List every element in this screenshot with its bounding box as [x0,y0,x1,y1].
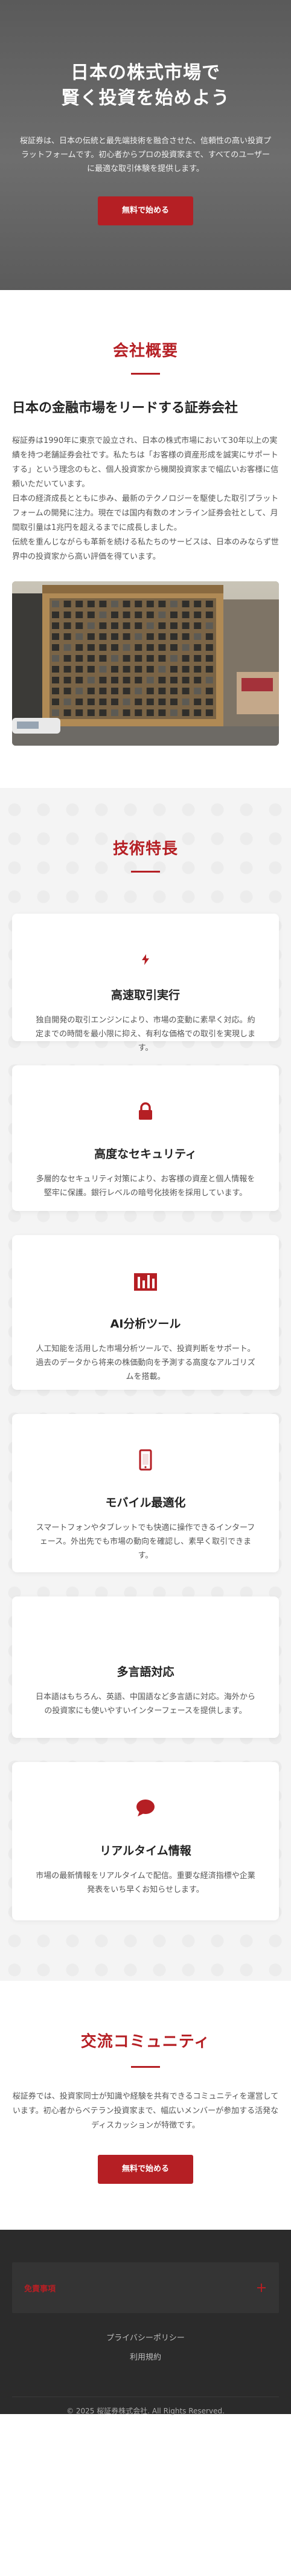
privacy-policy-link[interactable]: プライバシーポリシー [12,2329,279,2348]
feature-text: 市場の最新情報をリアルタイムで配信。重要な経済指標や企業発表をいち早くお知らせし… [36,1871,255,1894]
feature-card: リアルタイム情報 市場の最新情報をリアルタイムで配信。重要な経済指標や企業発表を… [12,1762,279,1920]
terms-link[interactable]: 利用規約 [12,2348,279,2368]
feature-title: 高度なセキュリティ [94,1148,197,1161]
feature-title: リアルタイム情報 [100,1844,191,1858]
section-divider [131,373,160,375]
company-building-photo [12,581,279,746]
feature-text: スマートフォンやタブレットでも快適に操作できるインターフェース。外出先でも市場の… [36,1523,255,1560]
chart-bars-icon [133,1269,158,1293]
features-section-title: 技術特長 [112,840,178,858]
lightning-icon [133,947,158,972]
about-section-title: 会社概要 [112,342,178,360]
feature-cards: 高速取引実行 独自開発の取引エンジンにより、市場の変動に素早く対応。約定までの時… [12,914,279,1920]
hero-title-line2: 賢く投資を始めよう [61,88,230,109]
hero-section: 日本の株式市場で 賢く投資を始めよう 桜証券は、日本の伝統と最先端技術を融合させ… [0,0,291,290]
feature-text: 独自開発の取引エンジンにより、市場の変動に素早く対応。約定までの時間を最小限に抑… [35,1016,255,1053]
disclaimer-label: 免責事項 [24,2284,56,2294]
feature-card: 高度なセキュリティ 多層的なセキュリティ対策により、お客様の資産と個人情報を堅牢… [12,1065,279,1211]
about-paragraph: 伝統を重んじながらも革新を続ける私たちのサービスは、日本のみならず世界中の投資家… [12,538,279,561]
feature-card: AI分析ツール 人工知能を活用した市場分析ツールで、投資判断をサポート。過去のデ… [12,1235,279,1390]
section-divider [131,2066,160,2068]
feature-text: 人工知能を活用した市場分析ツールで、投資判断をサポート。過去のデータから将来の株… [36,1344,255,1381]
feature-card: モバイル最適化 スマートフォンやタブレットでも快適に操作できるインターフェース。… [12,1414,279,1572]
hero-title: 日本の株式市場で 賢く投資を始めよう [17,60,274,111]
feature-title: 多言語対応 [117,1665,174,1679]
community-start-button[interactable]: 無料で始める [98,2155,193,2184]
features-section: 技術特長 高速取引実行 独自開発の取引エンジンにより、市場の変動に素早く対応。約… [0,788,291,1981]
mobile-icon [133,1448,158,1472]
feature-card: 高速取引実行 独自開発の取引エンジンにより、市場の変動に素早く対応。約定までの時… [12,914,279,1053]
disclaimer-accordion[interactable]: 免責事項 [12,2262,279,2313]
section-divider [131,871,160,873]
hero-description: 桜証券は、日本の伝統と最先端技術を融合させた、信頼性の高い投資プラットフォームで… [19,137,271,173]
feature-title: AI分析ツール [110,1317,181,1331]
about-paragraph: 日本の経済成長とともに歩み、最新のテクノロジーを駆使した取引プラットフォームの開… [12,494,279,532]
about-paragraph: 桜証券は1990年に東京で設立され、日本の株式市場において30年以上の実績を持つ… [12,436,279,489]
lock-icon [133,1099,158,1123]
hero-title-line1: 日本の株式市場で [71,62,220,83]
feature-text: 多層的なセキュリティ対策により、お客様の資産と個人情報を堅牢に保護。銀行レベルの… [36,1175,255,1198]
globe-icon [133,1630,158,1654]
feature-text: 日本語はもちろん、英語、中国語など多言語に対応。海外からの投資家にも使いやすいイ… [35,1693,255,1716]
hero-start-button[interactable]: 無料で始める [98,196,193,225]
community-section: 交流コミュニティ 桜証券では、投資家同士が知識や経験を共有できるコミュニティを運… [0,1981,291,2230]
about-body: 桜証券は1990年に東京で設立され、日本の株式市場において30年以上の実績を持つ… [12,434,279,564]
community-section-title: 交流コミュニティ [80,2033,211,2051]
feature-title: モバイル最適化 [105,1496,186,1509]
footer-links: プライバシーポリシー 利用規約 [12,2329,279,2368]
community-description: 桜証券では、投資家同士が知識や経験を共有できるコミュニティを運営しています。初心… [12,2092,279,2130]
plus-icon[interactable] [257,2284,266,2292]
chat-bubble-icon [133,1796,158,1820]
about-section: 会社概要 日本の金融市場をリードする証券会社 桜証券は1990年に東京で設立され… [0,290,291,788]
about-subtitle: 日本の金融市場をリードする証券会社 [12,401,238,416]
feature-title: 高速取引実行 [110,989,180,1002]
copyright: © 2025 桜証券株式会社. All Rights Reserved. [12,2397,279,2416]
feature-card: 多言語対応 日本語はもちろん、英語、中国語など多言語に対応。海外からの投資家にも… [12,1596,279,1738]
footer: 免責事項 プライバシーポリシー 利用規約 © 2025 桜証券株式会社. All… [0,2230,291,2416]
